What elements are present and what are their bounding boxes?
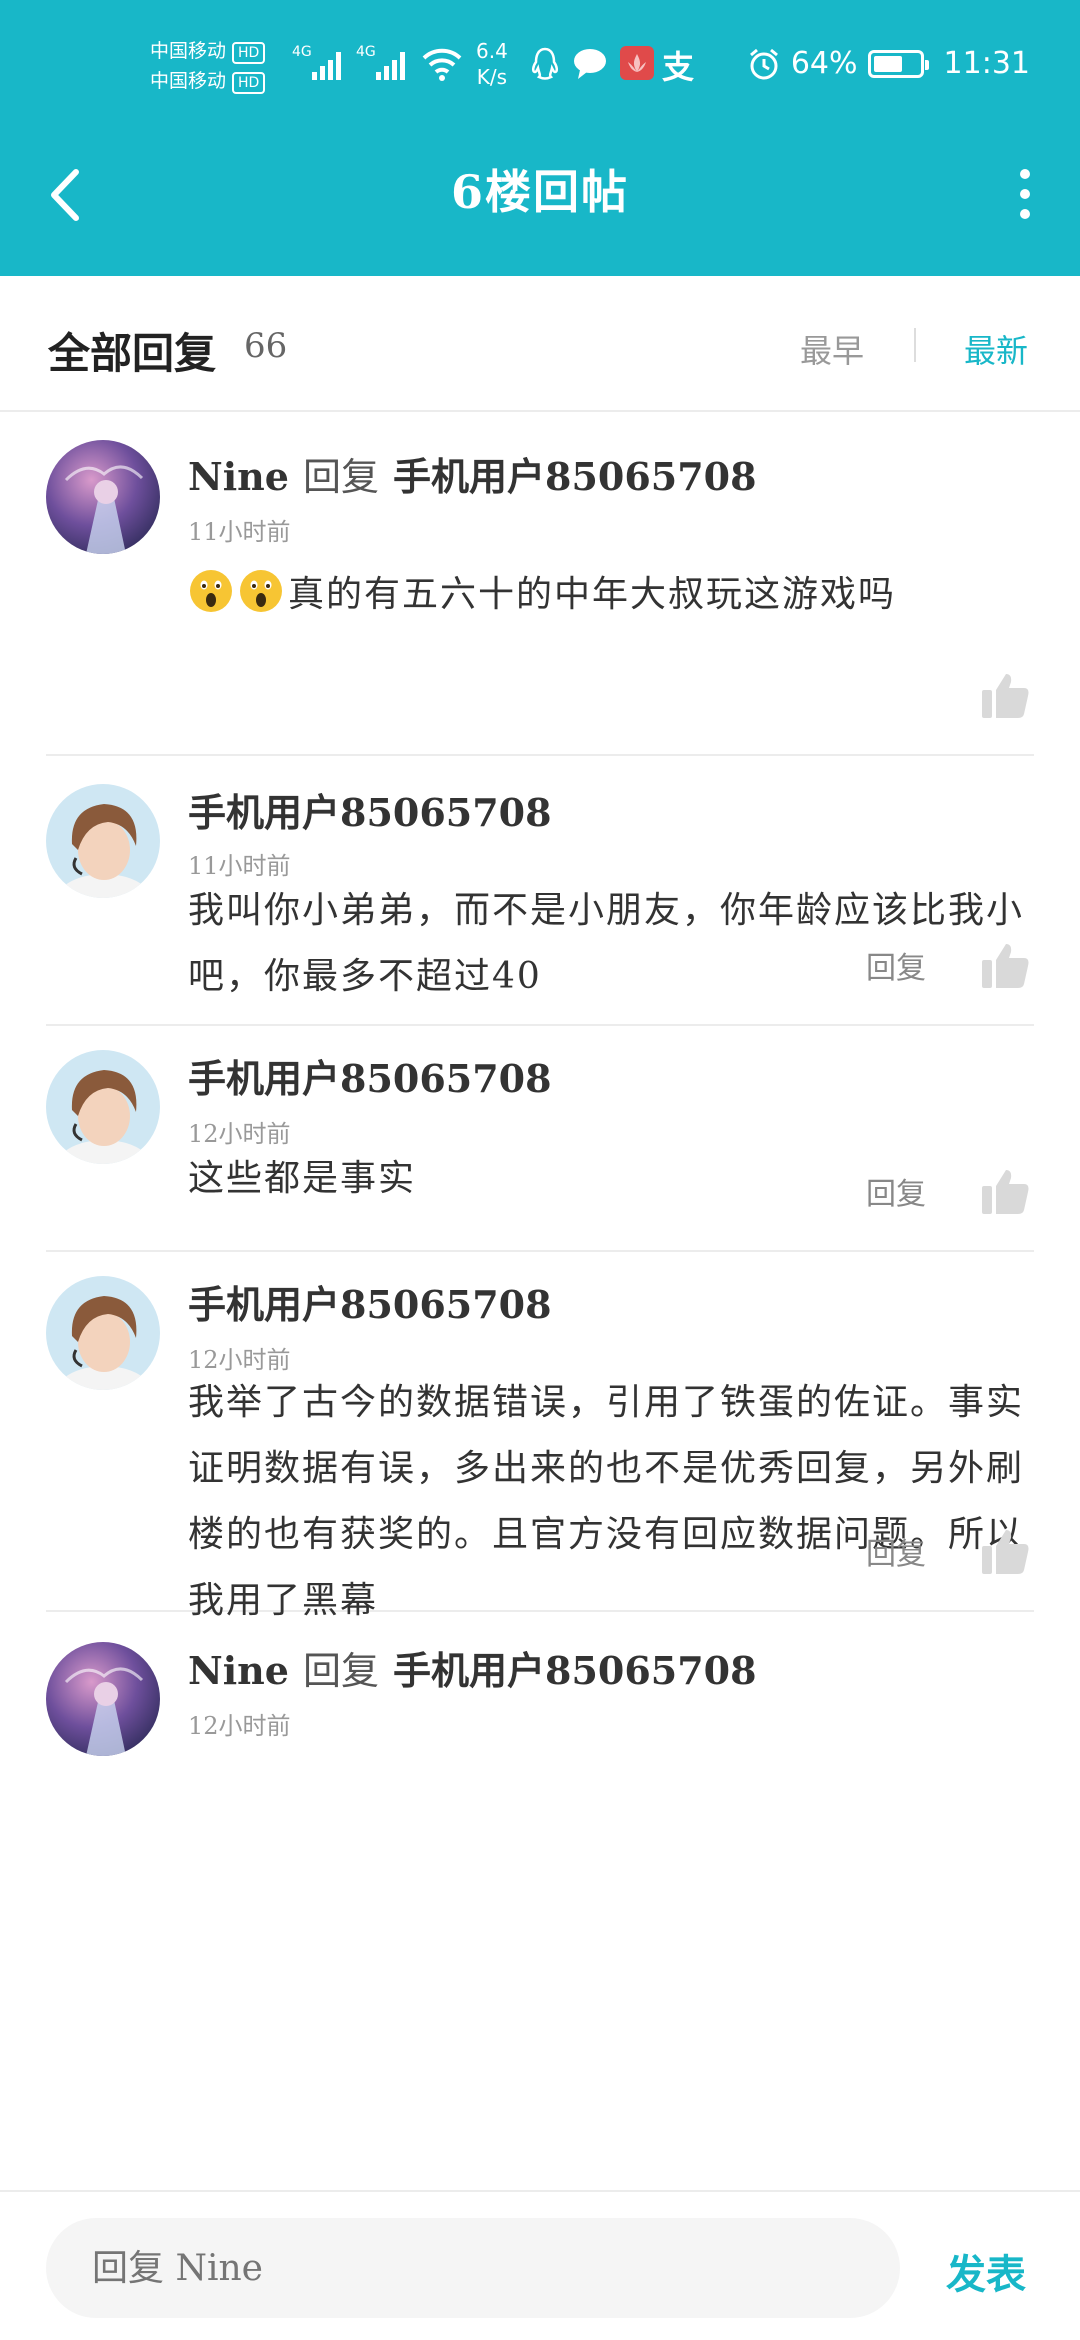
reply-header: Nine 回复 手机用户85065708 (188, 1640, 757, 1695)
reply-header: 手机用户85065708 (188, 1048, 552, 1103)
author-name[interactable]: 手机用户85065708 (188, 1056, 552, 1101)
more-vertical-icon[interactable] (1010, 164, 1040, 224)
reply-item[interactable]: 手机用户85065708 12小时前 这些都是事实 回复 (46, 1026, 1034, 1252)
reply-item[interactable]: Nine 回复 手机用户85065708 12小时前 (46, 1612, 1034, 1772)
signal-icon (312, 50, 341, 80)
reply-target[interactable]: 手机用户85065708 (393, 1648, 757, 1693)
reply-word: 回复 (302, 1649, 379, 1693)
author-name[interactable]: Nine (188, 1648, 289, 1693)
page-title: 6楼回帖 (450, 165, 629, 219)
reply-composer: 发表 (0, 2190, 1080, 2340)
alipay-icon: 支 (662, 48, 695, 86)
reply-input[interactable] (46, 2218, 900, 2318)
clock: 11:31 (943, 46, 1030, 81)
avatar[interactable] (46, 784, 160, 898)
reply-word: 回复 (302, 455, 379, 499)
all-replies-title: 全部回复 (48, 329, 217, 378)
avatar[interactable] (46, 440, 160, 554)
astonished-face-icon (190, 570, 232, 612)
carrier-1: 中国移动 (150, 40, 227, 62)
carrier-info: 中国移动 HD 中国移动 HD (150, 36, 266, 96)
avatar[interactable] (46, 1642, 160, 1756)
reply-actions: 回复 (866, 1526, 1030, 1576)
thumbs-up-icon[interactable] (980, 940, 1030, 990)
reply-list: Nine 回复 手机用户85065708 11小时前 真的有五六十的中年大叔玩这游戏… (0, 412, 1080, 1772)
reply-button[interactable]: 回复 (866, 1529, 926, 1573)
reply-header: 手机用户85065708 (188, 1274, 552, 1329)
hd-badge: HD (232, 42, 266, 64)
battery-percent: 64% (790, 46, 858, 81)
timestamp: 12小时前 (188, 1712, 291, 1740)
alarm-icon (749, 48, 778, 79)
reply-item[interactable]: Nine 回复 手机用户85065708 11小时前 真的有五六十的中年大叔玩这游戏… (46, 412, 1034, 756)
battery-icon (867, 49, 929, 78)
sort-divider (914, 328, 916, 362)
network-speed: 6.4 K/s (476, 39, 508, 89)
reply-button[interactable]: 回复 (866, 943, 926, 987)
status-bar: 中国移动 HD 中国移动 HD 4G 4G 6.4 K/s 支 64% 11:3… (0, 0, 1080, 130)
author-name[interactable]: 手机用户85065708 (188, 790, 552, 835)
reply-actions (980, 670, 1030, 720)
sort-earliest-tab[interactable]: 最早 (800, 326, 864, 372)
reply-item[interactable]: 手机用户85065708 12小时前 我举了古今的数据错误，引用了铁蛋的佐证。事… (46, 1252, 1034, 1621)
timestamp: 11小时前 (188, 852, 291, 880)
reply-content: 真的有五六十的中年大叔玩这游戏吗 (188, 562, 1034, 628)
astonished-face-icon (240, 570, 282, 612)
reply-item[interactable]: 手机用户85065708 11小时前 我叫你小弟弟，而不是小朋友，你年龄应该比我… (46, 756, 1034, 1026)
reply-text: 我举了古今的数据错误，引用了铁蛋的佐证。事实证明数据有误，多出来的也不是优秀回复… (188, 1382, 1025, 1621)
status-right: 64% 11:31 (747, 46, 1030, 81)
avatar[interactable] (46, 1050, 160, 1164)
signal-icon (376, 50, 405, 80)
author-name[interactable]: 手机用户85065708 (188, 1282, 552, 1327)
qq-icon (531, 47, 559, 80)
reply-count: 66 (244, 326, 288, 366)
reply-actions: 回复 (866, 1166, 1030, 1216)
thumbs-up-icon[interactable] (980, 670, 1030, 720)
avatar[interactable] (46, 1276, 160, 1390)
wifi-icon (422, 48, 462, 81)
top-bar: 中国移动 HD 中国移动 HD 4G 4G 6.4 K/s 支 64% 11:3… (0, 0, 1080, 276)
reply-text: 这些都是事实 (188, 1158, 417, 1199)
author-name[interactable]: Nine (188, 454, 289, 499)
reply-button[interactable]: 回复 (866, 1169, 926, 1213)
app-icon (620, 46, 654, 80)
publish-button[interactable]: 发表 (946, 2242, 1026, 2300)
reply-text: 真的有五六十的中年大叔玩这游戏吗 (288, 574, 897, 615)
thumbs-up-icon[interactable] (980, 1166, 1030, 1216)
reply-target[interactable]: 手机用户85065708 (393, 454, 757, 499)
reply-header: 手机用户85065708 (188, 782, 552, 837)
hd-badge: HD (232, 72, 266, 94)
chat-bubble-icon (574, 49, 606, 79)
thumbs-up-icon[interactable] (980, 1526, 1030, 1576)
reply-content: 我举了古今的数据错误，引用了铁蛋的佐证。事实证明数据有误，多出来的也不是优秀回复… (188, 1370, 1034, 1634)
timestamp: 12小时前 (188, 1120, 291, 1148)
reply-actions: 回复 (866, 940, 1030, 990)
network-type-1: 4G (292, 44, 312, 60)
sort-newest-tab[interactable]: 最新 (964, 326, 1028, 372)
reply-header: Nine 回复 手机用户85065708 (188, 446, 757, 501)
network-type-2: 4G (356, 44, 376, 60)
carrier-2: 中国移动 (150, 70, 227, 92)
filter-bar: 全部回复 66 最早 最新 (0, 276, 1080, 412)
timestamp: 11小时前 (188, 518, 291, 546)
